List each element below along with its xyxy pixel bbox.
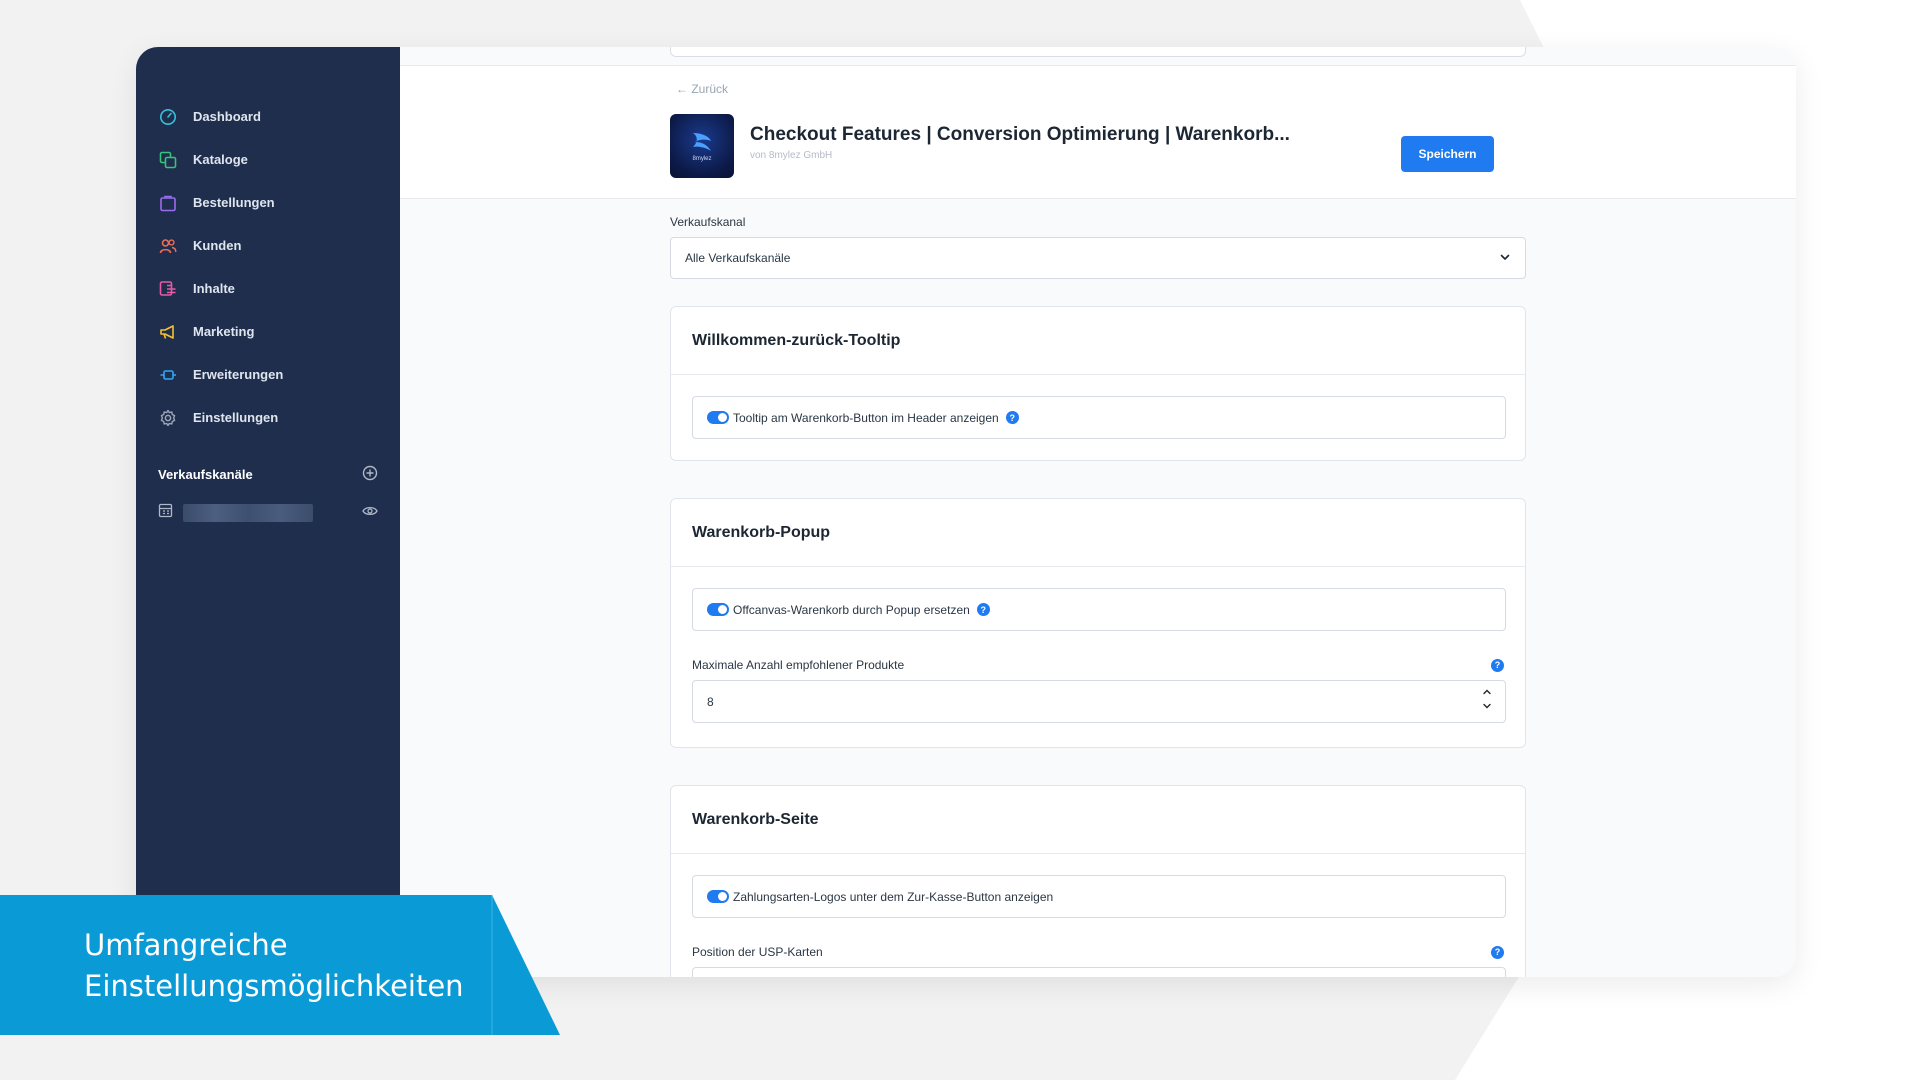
extension-header: ← Zurück 8mylez Checkout Features | Conv… — [400, 65, 1796, 199]
card-welcome-tooltip: Willkommen-zurück-Tooltip Tooltip am War… — [670, 306, 1526, 461]
sales-channels-title: Verkaufskanäle — [158, 467, 253, 482]
toggle-label: Offcanvas-Warenkorb durch Popup ersetzen — [733, 602, 970, 617]
blurred-channel-name — [183, 504, 313, 522]
number-stepper[interactable] — [1481, 686, 1493, 712]
sidebar: Shop Dashboard Kataloge Bestellungen — [136, 47, 400, 977]
usp-position-select[interactable] — [692, 967, 1506, 977]
content-icon — [158, 279, 178, 299]
save-button[interactable]: Speichern — [1401, 136, 1494, 172]
sidebar-item-marketing[interactable]: Marketing — [158, 310, 378, 353]
extension-vendor: von 8mylez GmbH — [750, 150, 833, 161]
number-field-value: 8 — [707, 694, 714, 709]
sales-channels-header: Verkaufskanäle — [158, 465, 378, 484]
plugin-icon — [158, 365, 178, 385]
toggle-field: Zahlungsarten-Logos unter dem Zur-Kasse-… — [692, 875, 1506, 918]
usp-position-label: Position der USP-Karten — [692, 945, 823, 959]
usp-position-label-row: Position der USP-Karten ? — [692, 945, 1504, 959]
toggle-field: Offcanvas-Warenkorb durch Popup ersetzen… — [692, 588, 1506, 631]
megaphone-icon — [158, 322, 178, 342]
card-title: Warenkorb-Popup — [671, 499, 1525, 567]
sidebar-item-bestellungen[interactable]: Bestellungen — [158, 181, 378, 224]
gear-icon — [158, 408, 178, 428]
toggle-switch[interactable] — [707, 411, 729, 424]
sidebar-item-label: Inhalte — [193, 281, 235, 296]
logo-brand-text: 8mylez — [692, 156, 712, 162]
main-area: ← Zurück 8mylez Checkout Features | Conv… — [400, 47, 1796, 977]
toggle-label: Tooltip am Warenkorb-Button im Header an… — [733, 410, 999, 425]
sales-channel-select[interactable]: Alle Verkaufskanäle — [670, 237, 1526, 279]
card-body: Offcanvas-Warenkorb durch Popup ersetzen… — [671, 567, 1525, 744]
extension-title: Checkout Features | Conversion Optimieru… — [750, 124, 1290, 145]
toggle-label: Zahlungsarten-Logos unter dem Zur-Kasse-… — [733, 889, 1054, 904]
number-field-label-row: Maximale Anzahl empfohlener Produkte ? — [692, 658, 1504, 672]
sidebar-item-einstellungen[interactable]: Einstellungen — [158, 396, 378, 439]
card-body: Tooltip am Warenkorb-Button im Header an… — [671, 375, 1525, 460]
sidebar-nav: Dashboard Kataloge Bestellungen Kunden I… — [158, 95, 378, 439]
chevron-down-icon — [1483, 703, 1491, 709]
card-title: Warenkorb-Seite — [671, 786, 1525, 854]
card-body: Zahlungsarten-Logos unter dem Zur-Kasse-… — [671, 854, 1525, 977]
app-window: Shop Dashboard Kataloge Bestellungen — [136, 47, 1796, 977]
sidebar-item-label: Dashboard — [193, 109, 261, 124]
help-icon[interactable]: ? — [1491, 945, 1504, 959]
sidebar-item-label: Kunden — [193, 238, 242, 253]
help-icon[interactable]: ? — [1491, 658, 1504, 672]
sidebar-item-kunden[interactable]: Kunden — [158, 224, 378, 267]
eye-icon[interactable] — [362, 504, 378, 522]
card-cart-page: Warenkorb-Seite Zahlungsarten-Logos unte… — [670, 785, 1526, 977]
back-link[interactable]: ← Zurück — [676, 82, 728, 96]
storefront-icon — [158, 503, 173, 523]
sidebar-item-label: Bestellungen — [193, 195, 275, 210]
toggle-switch[interactable] — [707, 603, 729, 616]
number-field-label: Maximale Anzahl empfohlener Produkte — [692, 658, 905, 672]
users-icon — [158, 236, 178, 256]
sidebar-item-label: Kataloge — [193, 152, 248, 167]
dashboard-icon — [158, 107, 178, 127]
catalog-icon — [158, 150, 178, 170]
sidebar-item-kataloge[interactable]: Kataloge — [158, 138, 378, 181]
chevron-down-icon — [1499, 251, 1511, 266]
toggle-switch[interactable] — [707, 890, 729, 903]
chevron-up-icon — [1483, 689, 1491, 695]
help-icon[interactable]: ? — [1005, 411, 1019, 424]
sidebar-item-label: Marketing — [193, 324, 255, 339]
promo-banner-line-1: Umfangreiche — [84, 928, 288, 962]
card-title: Willkommen-zurück-Tooltip — [671, 307, 1525, 375]
toggle-field: Tooltip am Warenkorb-Button im Header an… — [692, 396, 1506, 439]
sidebar-item-dashboard[interactable]: Dashboard — [158, 95, 378, 138]
sidebar-top-stub: Shop — [158, 47, 218, 55]
add-channel-icon[interactable] — [362, 465, 378, 484]
search-bar-stub[interactable] — [670, 47, 1526, 57]
sales-channel-value: Alle Verkaufskanäle — [685, 251, 791, 265]
shopping-bag-icon — [158, 193, 178, 213]
max-products-input[interactable]: 8 — [692, 680, 1506, 723]
sidebar-item-erweiterungen[interactable]: Erweiterungen — [158, 353, 378, 396]
settings-content: Verkaufskanal Alle Verkaufskanäle Willko… — [670, 215, 1526, 977]
sidebar-item-label: Erweiterungen — [193, 367, 284, 382]
sales-channel-label: Verkaufskanal — [670, 215, 746, 229]
sidebar-item-label: Einstellungen — [193, 410, 279, 425]
sales-channel-item[interactable] — [158, 503, 378, 523]
extension-logo: 8mylez — [670, 114, 734, 178]
help-icon[interactable]: ? — [976, 603, 990, 616]
promo-banner-text: Umfangreiche Einstellungsmöglichkeiten — [84, 925, 464, 1007]
sidebar-item-inhalte[interactable]: Inhalte — [158, 267, 378, 310]
card-cart-popup: Warenkorb-Popup Offcanvas-Warenkorb durc… — [670, 498, 1526, 748]
promo-banner-line-2: Einstellungsmöglichkeiten — [84, 969, 464, 1003]
